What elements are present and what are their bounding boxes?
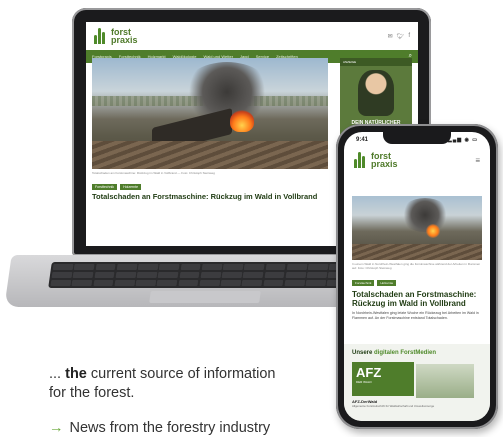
arrow-right-icon: → xyxy=(49,420,64,436)
laptop-keyboard xyxy=(48,262,352,288)
social-links: ✉ 🐦︎ f xyxy=(388,33,410,40)
tag-holzernte[interactable]: Holzernte xyxy=(377,280,397,286)
desktop-article-headline[interactable]: Totalschaden an Forstmaschine: Rückzug i… xyxy=(92,192,332,201)
tag-forsttechnik[interactable]: Forsttechnik xyxy=(352,280,375,286)
bullet-text: News from the forestry industry xyxy=(69,420,271,436)
phone-notch xyxy=(383,132,451,144)
desktop-hero-image[interactable] xyxy=(92,58,328,169)
marketing-lead-text: ... the current source of information fo… xyxy=(49,366,276,401)
mobile-hero-image[interactable] xyxy=(352,196,482,260)
promo-item-subtitle: Allgemeine Forstzeitschrift für Waldwirt… xyxy=(352,404,435,408)
promo-title: Unsere digitalen ForstMedien xyxy=(352,350,437,356)
twitter-icon[interactable]: 🐦︎ xyxy=(397,33,405,40)
email-icon[interactable]: ✉ xyxy=(388,33,393,40)
ad-label: ANZEIGE xyxy=(340,58,412,66)
mobile-tag-row: Forsttechnik Holzernte xyxy=(352,280,482,286)
facebook-icon[interactable]: f xyxy=(408,33,410,40)
tag-holzernte[interactable]: Holzernte xyxy=(120,184,142,190)
status-time: 9:41 xyxy=(356,137,369,143)
tree-logo-icon xyxy=(94,28,108,44)
afz-logo[interactable]: AFZ DER WALD xyxy=(352,362,414,396)
ad-person-image xyxy=(358,70,394,116)
desktop-site-header: forst praxis ✉ 🐦︎ f xyxy=(86,22,418,50)
mobile-logo[interactable]: forst praxis xyxy=(354,151,398,169)
desktop-tag-row: Forsttechnik Holzernte xyxy=(92,184,142,190)
desktop-hero-caption: Totalschaden am Forstmaschine: Rückzug i… xyxy=(92,171,215,175)
mobile-logo-text: forst praxis xyxy=(371,151,398,169)
desktop-logo-text: forst praxis xyxy=(111,27,138,45)
mobile-promo-section: Unsere digitalen ForstMedien AFZ DER WAL… xyxy=(344,344,490,421)
tree-logo-icon xyxy=(354,152,368,168)
marketing-bullet: → News from the forestry industry xyxy=(49,420,339,436)
hamburger-menu-icon[interactable]: ≡ xyxy=(475,156,480,165)
mobile-site-header: forst praxis ≡ xyxy=(344,148,490,172)
phone-screen: 9:41 ▂▄▆ ◉ ▭ forst praxis ≡ In einem Wal… xyxy=(344,132,490,421)
desktop-logo[interactable]: forst praxis xyxy=(94,27,138,45)
laptop-trackpad xyxy=(149,291,261,303)
mobile-article-headline[interactable]: Totalschaden an Forstmaschine: Rückzug i… xyxy=(352,290,482,308)
mobile-article-teaser: In Nordrhein-Westfalen ging letzte Woche… xyxy=(352,311,479,320)
signal-wifi-battery-icon: ▂▄▆ ◉ ▭ xyxy=(447,137,478,143)
tag-forsttechnik[interactable]: Forsttechnik xyxy=(92,184,118,190)
afz-cover-image[interactable] xyxy=(416,364,474,398)
mobile-hero-caption: In einem Wald in Nordrhein-Westfalen gin… xyxy=(352,262,481,270)
